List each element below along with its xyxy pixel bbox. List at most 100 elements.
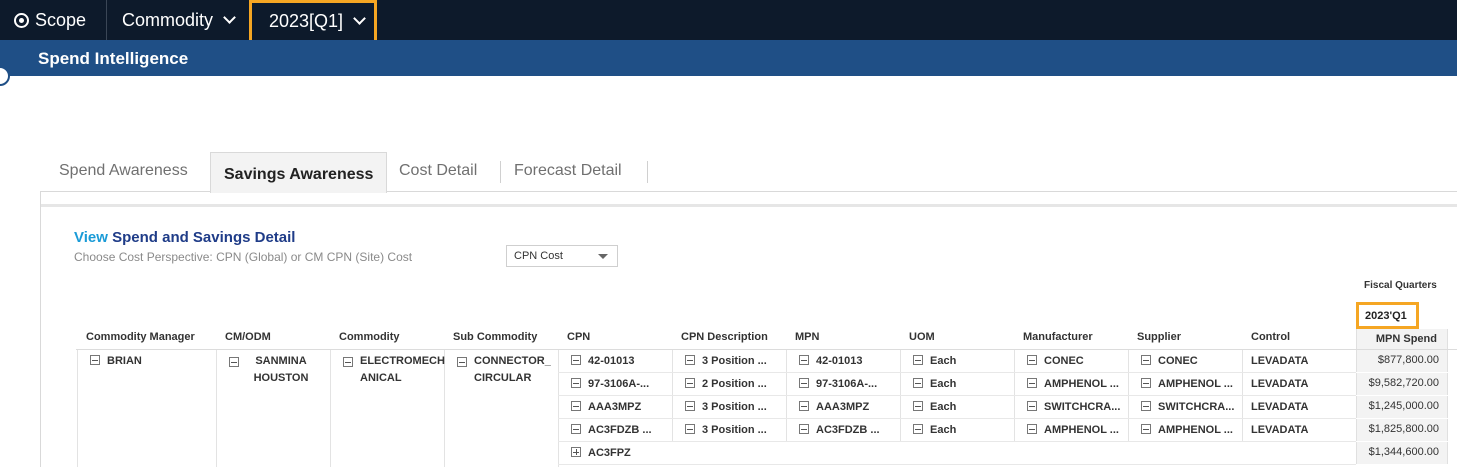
header-mpn[interactable]: MPN xyxy=(795,331,819,343)
collapse-icon[interactable] xyxy=(685,355,695,365)
header-sub-commodity[interactable]: Sub Commodity xyxy=(453,331,537,343)
header-commodity-manager[interactable]: Commodity Manager xyxy=(86,331,195,343)
collapse-icon[interactable] xyxy=(685,424,695,434)
header-uom[interactable]: UOM xyxy=(909,331,935,343)
cost-perspective-select[interactable]: CPN Cost xyxy=(506,245,618,267)
cell-cpn-description[interactable]: 3 Position ... xyxy=(685,355,767,367)
cell-uom[interactable]: Each xyxy=(913,378,956,390)
collapse-icon[interactable] xyxy=(913,401,923,411)
cell-cpn-description[interactable]: 3 Position ... xyxy=(685,401,767,413)
top-navigation-bar: Scope Commodity 2023[Q1] xyxy=(0,0,1457,43)
collapse-icon[interactable] xyxy=(571,378,581,388)
app-header: Spend Intelligence xyxy=(0,40,1457,86)
cell-cpn-description[interactable]: 3 Position ... xyxy=(685,424,767,436)
tab-spend-awareness[interactable]: Spend Awareness xyxy=(59,162,188,180)
cell-supplier[interactable]: AMPHENOL ... xyxy=(1141,378,1233,390)
cell-text: 2 Position ... xyxy=(702,378,767,390)
cell-control: LEVADATA xyxy=(1251,424,1309,436)
header-cm-odm[interactable]: CM/ODM xyxy=(225,331,271,343)
collapse-icon[interactable] xyxy=(571,424,581,434)
cell-cm-odm[interactable]: SANMINA HOUSTON xyxy=(229,355,316,387)
tab-forecast-detail[interactable]: Forecast Detail xyxy=(514,162,622,180)
tab-bar: Spend Awareness Savings Awareness Cost D… xyxy=(40,152,1457,193)
cell-mpn-spend: $9,582,720.00 xyxy=(1356,373,1448,395)
cell-mpn[interactable]: 97-3106A-... xyxy=(799,378,877,390)
commodity-dropdown[interactable]: Commodity xyxy=(122,0,236,40)
divider xyxy=(500,161,501,183)
view-link[interactable]: View xyxy=(74,229,108,246)
cell-mpn-spend: $1,245,000.00 xyxy=(1356,396,1448,418)
cell-manufacturer[interactable]: AMPHENOL ... xyxy=(1027,424,1119,436)
tab-savings-awareness[interactable]: Savings Awareness xyxy=(210,152,387,193)
cell-manufacturer[interactable]: SWITCHCRA... xyxy=(1027,401,1120,413)
cell-uom[interactable]: Each xyxy=(913,401,956,413)
collapse-icon[interactable] xyxy=(1141,355,1151,365)
header-cpn-description[interactable]: CPN Description xyxy=(681,331,768,343)
quarter-header[interactable]: 2023'Q1 xyxy=(1356,302,1419,329)
collapse-icon[interactable] xyxy=(799,401,809,411)
collapse-icon[interactable] xyxy=(913,378,923,388)
collapse-icon[interactable] xyxy=(913,424,923,434)
cell-mpn[interactable]: AAA3MPZ xyxy=(799,401,869,413)
scope-label: Scope xyxy=(35,9,87,30)
cell-cpn[interactable]: AC3FPZ xyxy=(571,447,631,459)
cell-mpn[interactable]: 42-01013 xyxy=(799,355,863,367)
collapse-icon[interactable] xyxy=(571,355,581,365)
collapse-icon[interactable] xyxy=(1027,424,1037,434)
cell-text: Each xyxy=(930,378,957,390)
header-manufacturer[interactable]: Manufacturer xyxy=(1023,331,1093,343)
collapse-icon[interactable] xyxy=(343,357,353,367)
collapse-icon[interactable] xyxy=(1027,401,1037,411)
collapse-icon[interactable] xyxy=(913,355,923,365)
collapse-icon[interactable] xyxy=(457,357,467,367)
cell-text: Each xyxy=(930,355,957,367)
collapse-icon[interactable] xyxy=(799,424,809,434)
header-mpn-spend[interactable]: MPN Spend xyxy=(1356,329,1448,349)
year-quarter-dropdown[interactable]: 2023[Q1] xyxy=(249,0,377,43)
collapse-icon[interactable] xyxy=(1141,378,1151,388)
cell-text: Each xyxy=(930,401,957,413)
cell-sub-commodity[interactable]: CONNECTOR_ CIRCULAR xyxy=(457,355,552,387)
cell-uom[interactable]: Each xyxy=(913,355,956,367)
cell-uom[interactable]: Each xyxy=(913,424,956,436)
view-title-text: Spend and Savings Detail xyxy=(112,229,296,246)
cell-commodity[interactable]: ELECTROMECH ANICAL xyxy=(343,355,445,387)
collapse-icon[interactable] xyxy=(229,357,239,367)
collapse-icon[interactable] xyxy=(571,401,581,411)
collapse-icon[interactable] xyxy=(799,355,809,365)
scope-button[interactable]: Scope xyxy=(14,0,86,40)
header-control[interactable]: Control xyxy=(1251,331,1290,343)
tab-cost-detail[interactable]: Cost Detail xyxy=(399,162,477,180)
collapse-icon[interactable] xyxy=(1141,401,1151,411)
cell-supplier[interactable]: SWITCHCRA... xyxy=(1141,401,1234,413)
cell-cpn[interactable]: 42-01013 xyxy=(571,355,635,367)
cell-text: 3 Position ... xyxy=(702,355,767,367)
collapse-icon[interactable] xyxy=(799,378,809,388)
header-supplier[interactable]: Supplier xyxy=(1137,331,1181,343)
target-icon xyxy=(14,12,29,28)
collapse-icon[interactable] xyxy=(1027,355,1037,365)
cell-commodity-manager[interactable]: BRIAN xyxy=(90,355,142,367)
cell-cpn-description[interactable]: 2 Position ... xyxy=(685,378,767,390)
collapse-icon[interactable] xyxy=(685,378,695,388)
cell-supplier[interactable]: AMPHENOL ... xyxy=(1141,424,1233,436)
table-header-divider xyxy=(76,349,1457,350)
grid-line xyxy=(1128,350,1129,442)
header-commodity[interactable]: Commodity xyxy=(339,331,400,343)
grid-line xyxy=(1014,350,1015,442)
collapse-icon[interactable] xyxy=(685,401,695,411)
header-cpn[interactable]: CPN xyxy=(567,331,590,343)
cell-cpn[interactable]: 97-3106A-... xyxy=(571,378,649,390)
collapse-icon[interactable] xyxy=(1027,378,1037,388)
cell-cpn[interactable]: AC3FDZB ... xyxy=(571,424,652,436)
expand-icon[interactable] xyxy=(571,447,581,457)
collapse-icon[interactable] xyxy=(1141,424,1151,434)
cell-mpn[interactable]: AC3FDZB ... xyxy=(799,424,880,436)
grid-line xyxy=(900,350,901,442)
cell-supplier[interactable]: CONEC xyxy=(1141,355,1198,367)
cell-cpn[interactable]: AAA3MPZ xyxy=(571,401,641,413)
sidebar-toggle-icon[interactable] xyxy=(0,66,10,86)
cell-manufacturer[interactable]: CONEC xyxy=(1027,355,1084,367)
collapse-icon[interactable] xyxy=(90,355,100,365)
cell-manufacturer[interactable]: AMPHENOL ... xyxy=(1027,378,1119,390)
